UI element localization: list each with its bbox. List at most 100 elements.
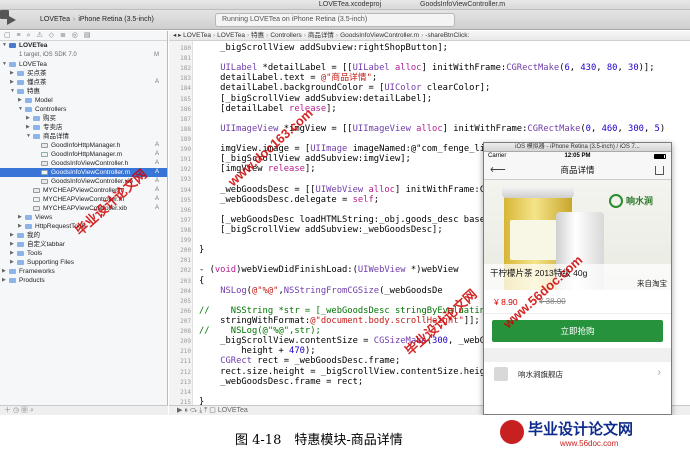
tree-row[interactable]: ▶ 购买	[0, 114, 167, 123]
tree-row[interactable]: ▼ LOVETea	[0, 60, 167, 69]
file-icon	[41, 143, 48, 148]
line-number-gutter: 180 181 182 183 184 185 186 187 188 189 190 191 192 1…	[169, 41, 193, 405]
site-brand: 毕业设计论文网 www.56doc.com	[500, 417, 680, 453]
tree-row[interactable]: ▶ 买点茶	[0, 69, 167, 78]
tree-row[interactable]: ▶ HttpRequestTools	[0, 222, 167, 231]
disclosure-closed-icon[interactable]: ▶	[18, 213, 22, 222]
tree-row-label: 懂点茶	[27, 79, 47, 86]
disclosure-closed-icon[interactable]: ▶	[10, 69, 14, 78]
disclosure-closed-icon[interactable]: ▶	[2, 267, 6, 276]
product-name: 干柠檬片茶 2013特级 40g	[490, 268, 588, 278]
tree-row-label: Frameworks	[19, 268, 55, 275]
scheme-name: LOVETea	[40, 16, 70, 23]
tree-row[interactable]: ▶ 专卖店	[0, 123, 167, 132]
tree-row[interactable]: MYCHEAPViewController.h A	[0, 186, 167, 195]
jumpbar-nav-arrows-icon[interactable]: ◂ ▸	[173, 32, 183, 39]
site-logo-icon	[500, 420, 524, 444]
disclosure-closed-icon[interactable]: ▶	[10, 78, 14, 87]
tree-row[interactable]: GoodsInfoViewController.xib A	[0, 177, 167, 186]
back-arrow-icon[interactable]: ⟵	[490, 161, 506, 180]
disclosure-closed-icon[interactable]: ▶	[18, 96, 22, 105]
scm-status: A	[154, 142, 159, 148]
file-icon	[41, 170, 48, 175]
jumpbar-segment[interactable]: GoodsInfoViewController.m	[340, 32, 419, 39]
tree-row[interactable]: GoodInfoHttpManager.m A	[0, 150, 167, 159]
product-caption: 干柠檬片茶 2013特级 40g 来自淘宝	[484, 264, 671, 290]
brand-mark-icon	[609, 194, 623, 208]
tree-row[interactable]: ▶ Tools	[0, 249, 167, 258]
jumpbar-segment[interactable]: -shareBtnClick:	[425, 32, 469, 39]
disclosure-closed-icon[interactable]: ▶	[2, 276, 6, 285]
tree-row-label: Views	[35, 214, 53, 221]
line-number: 212	[180, 368, 191, 376]
tree-row[interactable]: GoodsInfoViewController.h A	[0, 159, 167, 168]
tree-row[interactable]: ▶ 我的	[0, 231, 167, 240]
project-root[interactable]: ▼ LOVETea	[0, 41, 167, 51]
jumpbar-separator: ›	[421, 32, 424, 39]
disclosure-open-icon[interactable]: ▼	[10, 87, 15, 96]
code-line: [detailLabel release];	[199, 103, 337, 114]
tree-row[interactable]: ▼ Controllers	[0, 105, 167, 114]
tree-row[interactable]: GoodInfoHttpManager.h A	[0, 141, 167, 150]
tree-row[interactable]: ▶ Views	[0, 213, 167, 222]
jumpbar-segment[interactable]: LOVETea	[183, 32, 211, 39]
line-number: 207	[180, 318, 191, 325]
original-price: ¥ 38.00	[539, 297, 566, 306]
disclosure-closed-icon[interactable]: ▶	[26, 123, 30, 132]
folder-icon	[9, 269, 16, 274]
shop-logo-icon	[494, 367, 508, 381]
jumpbar-segment[interactable]: LOVETea	[217, 32, 245, 39]
tree-row[interactable]: ▶ 自定义tabbar	[0, 240, 167, 249]
tree-row-label: HttpRequestTools	[35, 223, 87, 230]
jumpbar-segment[interactable]: 商品详情	[308, 32, 334, 39]
share-icon[interactable]	[655, 166, 664, 175]
tree-row-label: MYCHEAPViewController.m	[43, 196, 125, 203]
figure-caption: 图 4-18 特惠模块-商品详情	[235, 433, 403, 448]
code-line: [_webGoodsDesc loadHTMLString:_obj.goods…	[199, 214, 485, 225]
tree-row[interactable]: ▶ 懂点茶 A	[0, 78, 167, 87]
folder-icon	[25, 215, 32, 220]
tree-row[interactable]: ▶ Frameworks	[0, 267, 167, 276]
site-url: www.56doc.com	[560, 439, 619, 448]
disclosure-closed-icon[interactable]: ▶	[10, 258, 14, 267]
jumpbar-segment[interactable]: Controllers	[270, 32, 301, 39]
tree-row[interactable]: ▼ 特惠	[0, 87, 167, 96]
tree-row[interactable]: ▶ Supporting Files	[0, 258, 167, 267]
code-line: stringWithFormat:@"document.body.scrollH…	[199, 316, 480, 326]
tree-row[interactable]: MYCHEAPViewController.xib A	[0, 204, 167, 213]
buy-now-button[interactable]: 立即抢购	[492, 320, 663, 342]
navigator-tabs[interactable]: ▢ ≡ ⌕ ⚠ ◇ ≣ ◎ ▤	[0, 31, 167, 41]
line-number: 200	[180, 247, 191, 255]
code-line: rect.size.height = _bigScrollView.conten…	[199, 366, 485, 377]
disclosure-open-icon[interactable]: ▼	[18, 105, 23, 114]
tree-row-label: GoodsInfoViewController.h	[51, 160, 129, 167]
tree-row[interactable]: ▼ 商品详情	[0, 132, 167, 141]
folder-icon	[25, 98, 32, 103]
tree-row[interactable]: ▶ Model	[0, 96, 167, 105]
scm-status: A	[154, 178, 159, 184]
tree-row[interactable]: ▶ Products	[0, 276, 167, 285]
scheme-selector[interactable]: LOVETea › iPhone Retina (3.5-inch)	[40, 14, 154, 26]
line-number: 214	[180, 388, 191, 396]
run-icon[interactable]	[6, 15, 16, 25]
disclosure-closed-icon[interactable]: ▶	[18, 222, 22, 231]
nav-title: 商品详情	[560, 165, 595, 175]
jump-bar[interactable]: ◂ ▸ LOVETea › LOVETea › 特惠 › Controllers › 商品详情 ›…	[169, 31, 690, 41]
disclosure-closed-icon[interactable]: ▶	[10, 249, 14, 258]
disclosure-open-icon[interactable]: ▼	[26, 132, 31, 141]
disclosure-closed-icon[interactable]: ▶	[26, 114, 30, 123]
jumpbar-segment[interactable]: 特惠	[251, 32, 264, 39]
line-number: 206	[180, 307, 191, 315]
disclosure-open-icon[interactable]: ▼	[2, 60, 7, 69]
disclosure-closed-icon[interactable]: ▶	[10, 240, 14, 249]
navigator-filter-bar[interactable]: ＋ ◷ ▦ ⌕	[0, 405, 168, 415]
file-icon	[33, 197, 40, 202]
scm-status: A	[154, 169, 159, 175]
disclosure-closed-icon[interactable]: ▶	[10, 231, 14, 240]
disclosure-open-icon[interactable]: ▼	[2, 41, 7, 50]
shop-row[interactable]: 响水涧旗舰店 ›	[484, 362, 671, 386]
line-number: 199	[180, 237, 191, 245]
tree-row[interactable]: GoodsInfoViewController.m A	[0, 168, 167, 177]
folder-icon	[17, 71, 24, 76]
tree-row[interactable]: MYCHEAPViewController.m A	[0, 195, 167, 204]
